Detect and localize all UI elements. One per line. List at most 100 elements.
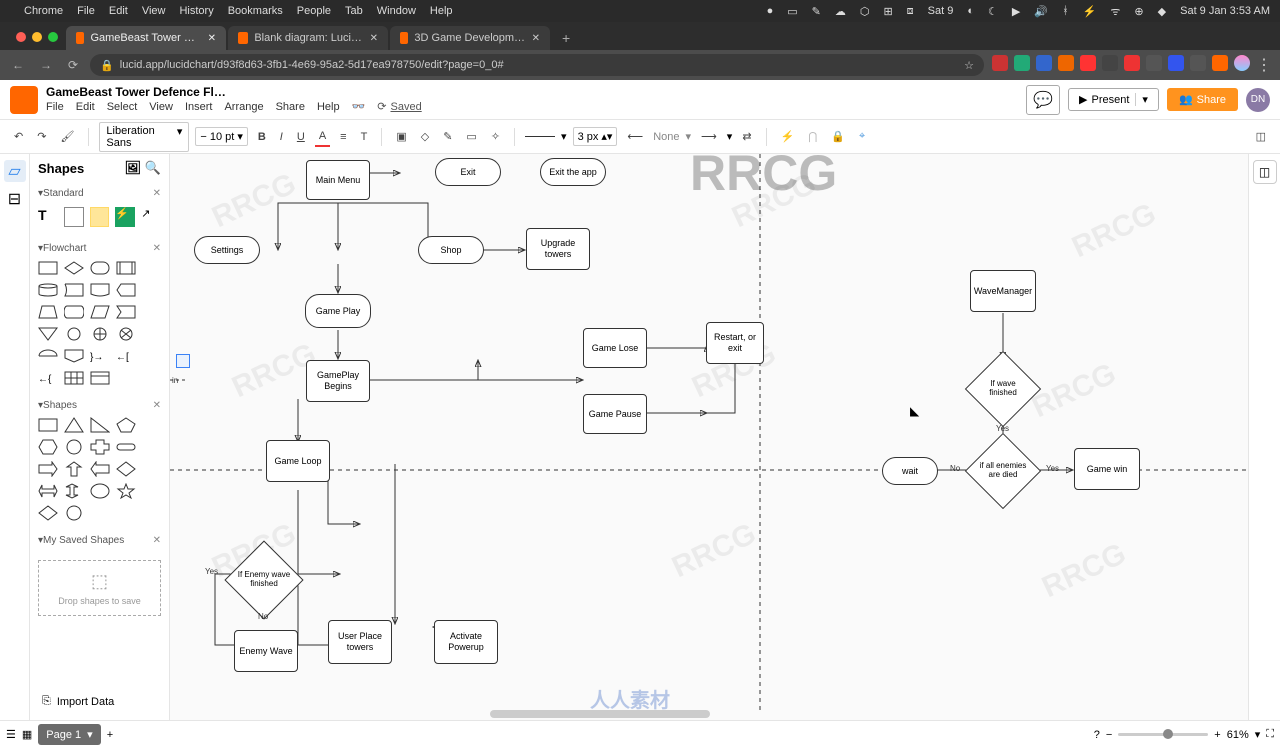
status-icon[interactable]: ●: [767, 5, 774, 17]
bolt-icon[interactable]: ⚡: [777, 127, 799, 146]
node-game-pause[interactable]: Game Pause: [583, 394, 647, 434]
arrow-shape[interactable]: ↗: [141, 207, 161, 227]
node-shop[interactable]: Shop: [418, 236, 484, 264]
rail-button[interactable]: ◫: [1253, 160, 1277, 184]
node-all-dead[interactable]: if all enemies are died: [976, 444, 1030, 498]
shape-item[interactable]: [90, 483, 110, 499]
share-button[interactable]: 👥 Share: [1167, 88, 1238, 111]
status-icon[interactable]: ⚡: [1083, 5, 1097, 18]
shape-item[interactable]: [90, 461, 110, 477]
menu-arrange[interactable]: Arrange: [224, 101, 263, 113]
shape-item[interactable]: [116, 483, 136, 499]
clock[interactable]: Sat 9 Jan 3:53 AM: [1180, 5, 1270, 17]
status-icon[interactable]: ⊕: [1134, 5, 1143, 18]
menu-select[interactable]: Select: [107, 101, 138, 113]
note-shape[interactable]: [90, 207, 110, 227]
ext-icon[interactable]: [1168, 55, 1184, 71]
forward-button[interactable]: →: [36, 58, 56, 72]
ext-icon[interactable]: [1102, 55, 1118, 71]
shape-item[interactable]: [64, 417, 84, 433]
stroke-width-select[interactable]: 3 px▴▾: [573, 127, 618, 146]
shape-item[interactable]: [90, 282, 110, 298]
fill-button[interactable]: ▣: [392, 127, 410, 146]
doc-title[interactable]: GameBeast Tower Defence Fl…: [46, 86, 422, 99]
help-icon[interactable]: ?: [1094, 729, 1100, 741]
minimize-window-icon[interactable]: [32, 32, 42, 42]
binoculars-icon[interactable]: 👓: [352, 101, 366, 113]
magic-button[interactable]: ✧: [487, 127, 504, 146]
close-tab-icon[interactable]: ✕: [208, 33, 216, 44]
node-wave-finished[interactable]: If wave finished: [976, 362, 1030, 416]
line-end-button[interactable]: ⟶: [697, 127, 721, 146]
text-style-button[interactable]: T: [357, 128, 372, 146]
font-select[interactable]: Liberation Sans▾: [99, 122, 189, 152]
line-color-button[interactable]: ✎: [439, 127, 456, 146]
close-icon[interactable]: ✕: [153, 243, 161, 254]
menu-bookmarks[interactable]: Bookmarks: [228, 5, 283, 17]
zoom-in-button[interactable]: +: [1214, 729, 1220, 741]
shape-item[interactable]: [116, 439, 136, 455]
browser-tab-2[interactable]: Blank diagram: Lucidchart ✕: [228, 26, 388, 50]
shapes-tab-icon[interactable]: ▱: [4, 160, 26, 182]
node-settings[interactable]: Settings: [194, 236, 260, 264]
shape-item[interactable]: [116, 461, 136, 477]
browser-tab-3[interactable]: 3D Game Development Maste… ✕: [390, 26, 550, 50]
import-data-button[interactable]: ⎘ Import Data: [38, 691, 161, 712]
menu-people[interactable]: People: [297, 5, 331, 17]
grid-view-icon[interactable]: ▦: [22, 728, 32, 741]
border-button[interactable]: ◇: [417, 127, 433, 146]
canvas[interactable]: RRCG RRCG RRCG RRCG RRCG RRCG RRCG RRCG …: [170, 154, 1248, 720]
node-restart[interactable]: Restart, or exit: [706, 322, 764, 364]
status-icon[interactable]: ◆: [1158, 5, 1166, 18]
status-icon[interactable]: ✎: [812, 5, 821, 18]
align-button[interactable]: ≡: [336, 128, 350, 146]
zoom-level[interactable]: 61%: [1227, 729, 1249, 741]
shape-item[interactable]: [116, 326, 136, 342]
shape-item[interactable]: [38, 326, 58, 342]
menu-help[interactable]: Help: [430, 5, 453, 17]
menu-view[interactable]: View: [142, 5, 166, 17]
search-icon[interactable]: 🔍: [145, 160, 161, 175]
magnet-icon[interactable]: ⋂: [804, 127, 821, 146]
comment-icon[interactable]: 💬: [1026, 85, 1060, 115]
status-icon[interactable]: ◐: [967, 5, 974, 17]
shape-item[interactable]: [64, 326, 84, 342]
wifi-icon[interactable]: ᯤ: [1110, 4, 1120, 19]
shape-item[interactable]: [90, 326, 110, 342]
action-shape[interactable]: ⚡: [115, 207, 135, 227]
star-icon[interactable]: ☆: [964, 59, 974, 72]
menu-view[interactable]: View: [149, 101, 173, 113]
url-input[interactable]: 🔒 lucid.app/lucidchart/d93f8d63-3fb1-4e6…: [90, 54, 984, 76]
shape-item[interactable]: [116, 282, 136, 298]
font-size-select[interactable]: −10 pt▾: [195, 127, 247, 146]
add-page-button[interactable]: +: [107, 729, 113, 741]
node-game-loop[interactable]: Game Loop: [266, 440, 330, 482]
status-icon[interactable]: ☾: [988, 5, 998, 18]
horizontal-scrollbar[interactable]: [490, 710, 710, 718]
list-view-icon[interactable]: ☰: [6, 728, 16, 741]
ext-icon[interactable]: [1080, 55, 1096, 71]
shape-item[interactable]: [116, 304, 136, 320]
menu-insert[interactable]: Insert: [185, 101, 213, 113]
line-style-button[interactable]: [525, 136, 555, 137]
shape-item[interactable]: [64, 348, 84, 364]
status-icon[interactable]: ᚼ: [1062, 5, 1069, 17]
menu-edit[interactable]: Edit: [76, 101, 95, 113]
node-gameplay[interactable]: Game Play: [305, 294, 371, 328]
node-enemy-wave[interactable]: Enemy Wave: [234, 630, 298, 672]
avatar[interactable]: DN: [1246, 88, 1270, 112]
menu-history[interactable]: History: [179, 5, 213, 17]
close-icon[interactable]: ✕: [153, 535, 161, 546]
status-day[interactable]: Sat 9: [928, 5, 954, 17]
text-color-button[interactable]: A: [315, 127, 330, 147]
menu-edit[interactable]: Edit: [109, 5, 128, 17]
shape-item[interactable]: [116, 260, 136, 276]
node-activate[interactable]: Activate Powerup: [434, 620, 498, 664]
node-main-menu[interactable]: Main Menu: [306, 160, 370, 200]
zoom-out-button[interactable]: −: [1106, 729, 1112, 741]
node-user-place[interactable]: User Place towers: [328, 620, 392, 664]
close-icon[interactable]: ✕: [153, 400, 161, 411]
node-game-win[interactable]: Game win: [1074, 448, 1140, 490]
line-start-button[interactable]: ⟵: [623, 127, 647, 146]
close-icon[interactable]: ✕: [153, 188, 161, 199]
